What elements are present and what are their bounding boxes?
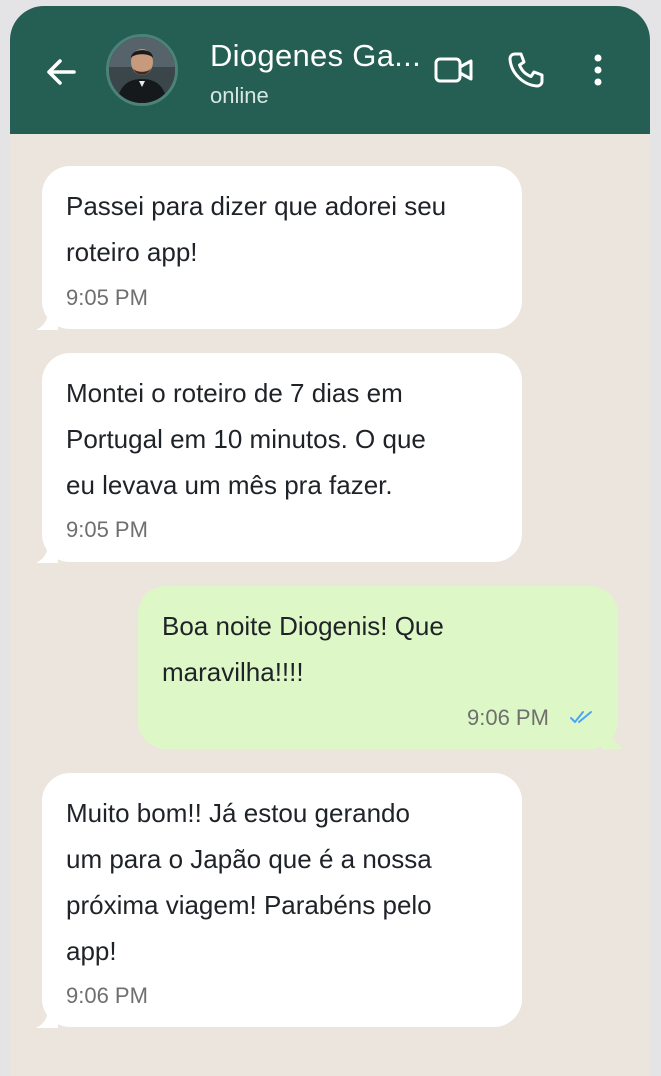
message-bubble-incoming[interactable]: Passei para dizer que adorei seu roteiro… xyxy=(42,166,522,329)
message-time: 9:06 PM xyxy=(467,705,549,730)
message-bubble-incoming[interactable]: Muito bom!! Já estou gerando um para o J… xyxy=(42,773,522,1027)
double-check-read-icon xyxy=(570,711,592,723)
more-vertical-icon[interactable] xyxy=(588,52,608,88)
message-bubble-outgoing[interactable]: Boa noite Diogenis! Que maravilha!!!! 9:… xyxy=(138,586,618,749)
chat-screen: Diogenes Ga... online Passei para dizer … xyxy=(10,6,650,1076)
contact-status: online xyxy=(210,83,269,108)
phone-call-icon[interactable] xyxy=(506,50,546,90)
message-time: 9:06 PM xyxy=(66,983,148,1008)
message-time: 9:05 PM xyxy=(66,517,148,542)
message-text: Montei o roteiro de 7 dias em Portugal e… xyxy=(66,378,426,500)
message-text: Passei para dizer que adorei seu roteiro… xyxy=(66,191,447,267)
arrow-left-icon[interactable] xyxy=(44,54,80,90)
contact-photo xyxy=(109,37,175,103)
message-time: 9:05 PM xyxy=(66,285,148,310)
message-text: Muito bom!! Já estou gerando um para o J… xyxy=(66,798,432,966)
contact-name[interactable]: Diogenes Ga... xyxy=(210,38,435,74)
avatar[interactable] xyxy=(106,34,178,106)
video-call-icon[interactable] xyxy=(434,55,474,85)
message-bubble-incoming[interactable]: Montei o roteiro de 7 dias em Portugal e… xyxy=(42,353,522,562)
chat-header: Diogenes Ga... online xyxy=(10,6,650,134)
message-list[interactable]: Passei para dizer que adorei seu roteiro… xyxy=(10,134,650,1076)
message-text: Boa noite Diogenis! Que maravilha!!!! xyxy=(162,611,444,687)
